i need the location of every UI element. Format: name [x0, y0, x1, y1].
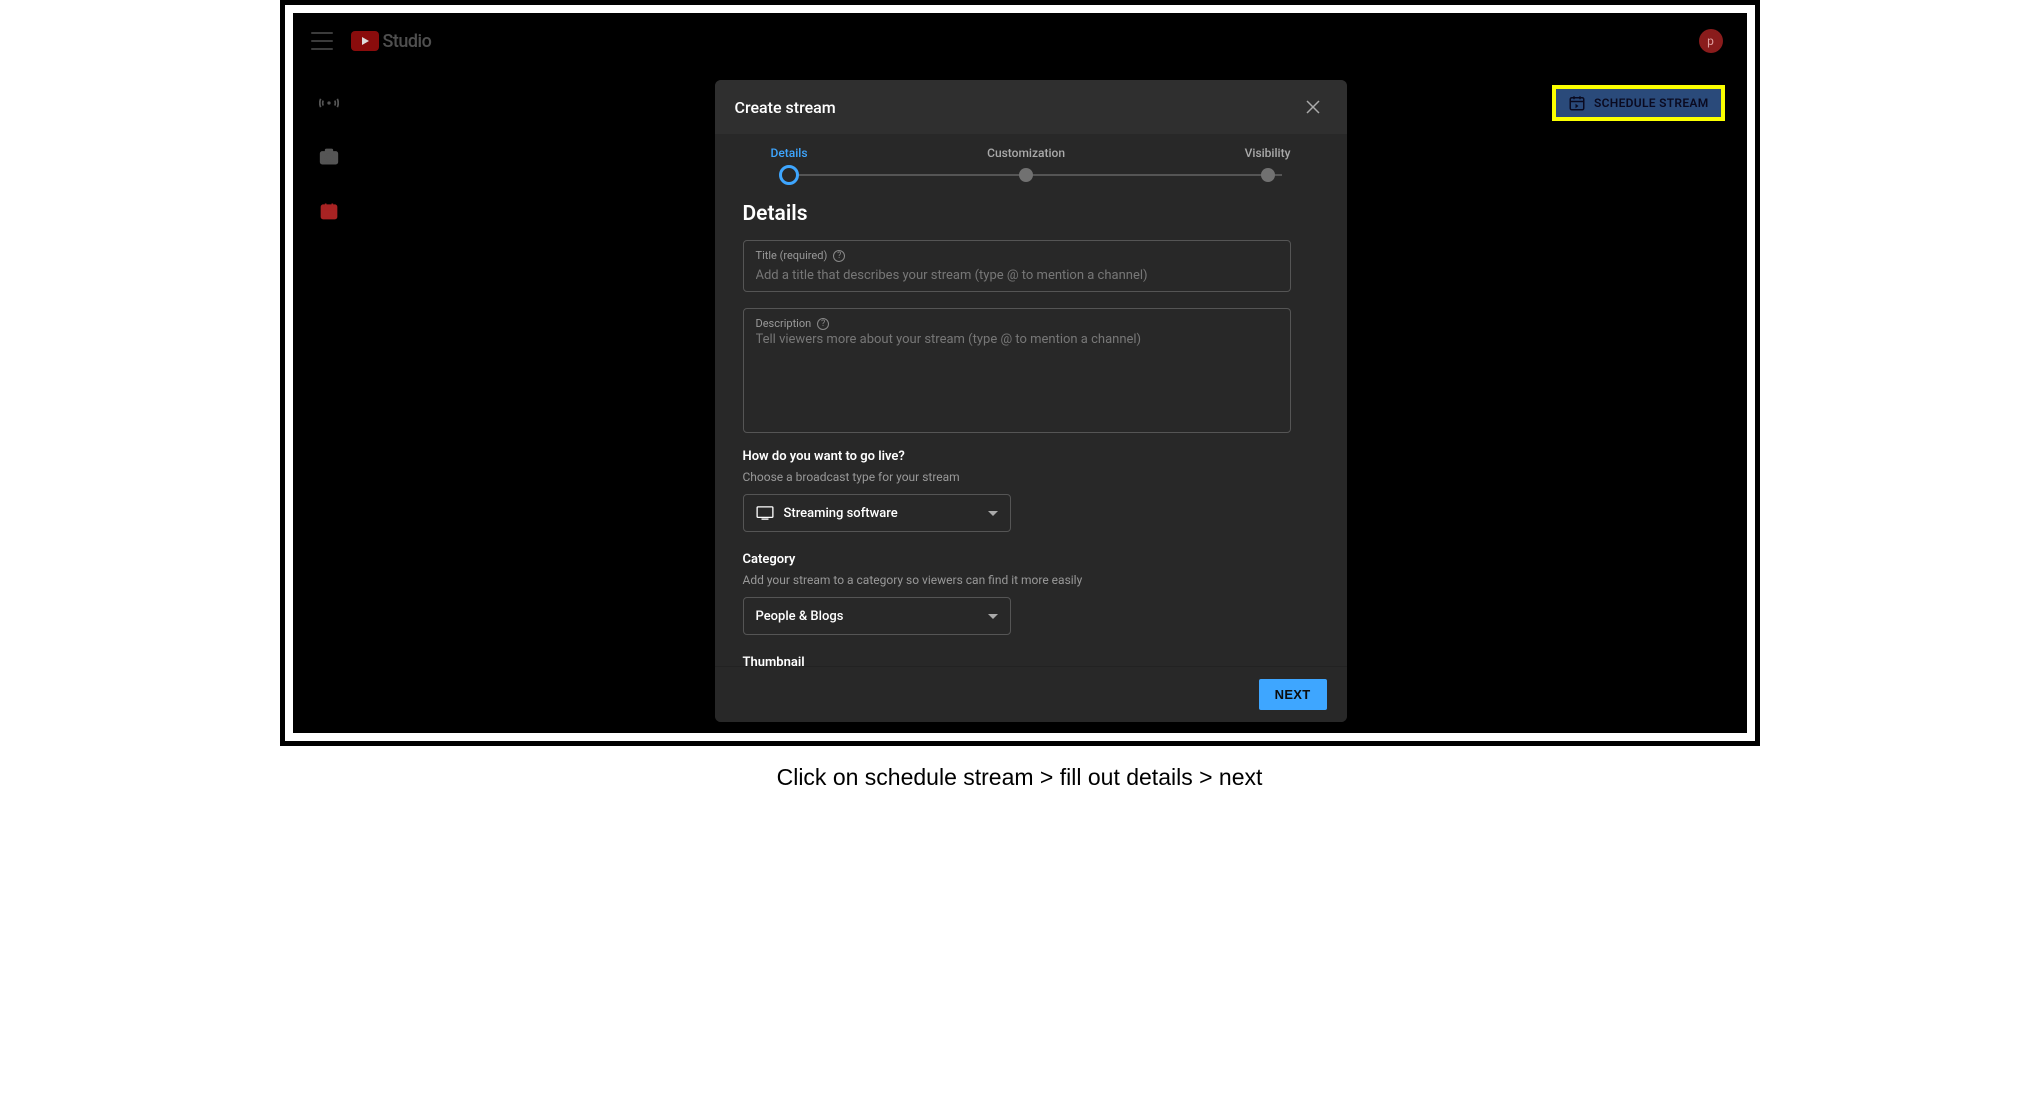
- category-select[interactable]: People & Blogs: [743, 597, 1011, 635]
- title-input[interactable]: [756, 268, 1278, 283]
- step-details[interactable]: Details: [771, 146, 808, 188]
- description-field-label: Description ?: [756, 317, 1278, 330]
- step-circle: [1019, 168, 1033, 182]
- category-description: Add your stream to a category so viewers…: [743, 573, 1291, 587]
- sidebar-item-webcam[interactable]: [311, 139, 347, 175]
- dialog-footer: NEXT: [715, 666, 1347, 722]
- schedule-button-label: SCHEDULE STREAM: [1594, 96, 1708, 110]
- step-circle: [779, 165, 799, 185]
- youtube-icon: [351, 31, 379, 51]
- help-icon[interactable]: ?: [817, 318, 829, 330]
- step-label: Customization: [987, 146, 1065, 160]
- studio-logo: Studio: [351, 31, 432, 52]
- header: Studio p: [295, 15, 1745, 67]
- dialog-header: Create stream: [715, 80, 1347, 134]
- app-window: Studio p SCHEDULE STREAM Create stream: [293, 13, 1747, 733]
- description-input[interactable]: [756, 332, 1278, 420]
- help-icon[interactable]: ?: [833, 250, 845, 262]
- avatar[interactable]: p: [1699, 29, 1723, 53]
- logo-text: Studio: [383, 31, 432, 52]
- step-label: Details: [771, 146, 808, 160]
- sidebar: [309, 85, 349, 229]
- broadcast-type-select[interactable]: Streaming software: [743, 494, 1011, 532]
- section-title-details: Details: [743, 202, 1291, 226]
- create-stream-dialog: Create stream Details Customization Visi…: [715, 80, 1347, 722]
- stepper: Details Customization Visibility: [715, 134, 1347, 188]
- desc-label-text: Description: [756, 317, 812, 330]
- dialog-title: Create stream: [735, 98, 836, 117]
- hamburger-menu-icon[interactable]: [311, 32, 333, 50]
- go-live-description: Choose a broadcast type for your stream: [743, 470, 1291, 484]
- chevron-down-icon: [988, 511, 998, 516]
- broadcast-icon: [319, 93, 339, 113]
- schedule-stream-button[interactable]: SCHEDULE STREAM: [1552, 85, 1724, 121]
- camera-icon: [319, 148, 339, 166]
- category-value: People & Blogs: [756, 609, 988, 624]
- sidebar-item-manage[interactable]: [311, 193, 347, 229]
- step-circle: [1261, 168, 1275, 182]
- step-label: Visibility: [1245, 146, 1291, 160]
- calendar-icon: [1568, 94, 1586, 112]
- outer-frame: Studio p SCHEDULE STREAM Create stream: [280, 0, 1760, 746]
- step-visibility[interactable]: Visibility: [1245, 146, 1291, 188]
- sidebar-item-stream[interactable]: [311, 85, 347, 121]
- calendar-icon: [319, 201, 339, 221]
- chevron-down-icon: [988, 614, 998, 619]
- category-heading: Category: [743, 552, 1291, 567]
- step-customization[interactable]: Customization: [987, 146, 1065, 188]
- dialog-scroll-area[interactable]: Details Title (required) ? Description ?: [715, 188, 1347, 666]
- close-icon: [1305, 99, 1321, 115]
- dialog-body: Details Title (required) ? Description ?: [715, 188, 1347, 666]
- title-field[interactable]: Title (required) ?: [743, 240, 1291, 292]
- broadcast-type-value: Streaming software: [784, 506, 988, 521]
- go-live-heading: How do you want to go live?: [743, 449, 1291, 464]
- title-field-label: Title (required) ?: [756, 249, 1278, 262]
- title-label-text: Title (required): [756, 249, 828, 262]
- close-button[interactable]: [1299, 93, 1327, 121]
- thumbnail-heading: Thumbnail: [743, 655, 1291, 666]
- next-button[interactable]: NEXT: [1259, 679, 1327, 710]
- display-icon: [756, 506, 774, 520]
- instruction-caption: Click on schedule stream > fill out deta…: [777, 764, 1263, 791]
- description-field[interactable]: Description ?: [743, 308, 1291, 433]
